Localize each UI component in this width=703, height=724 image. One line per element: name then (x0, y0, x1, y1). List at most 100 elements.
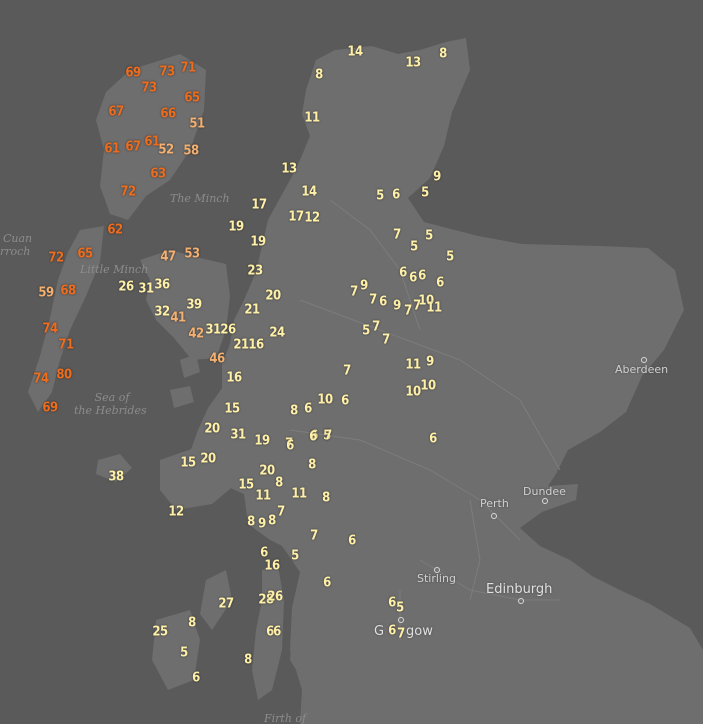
value-marker[interactable]: 41 (170, 311, 186, 326)
value-marker[interactable]: 69 (42, 401, 58, 416)
value-marker[interactable]: 36 (154, 278, 170, 293)
value-marker[interactable]: 7 (404, 304, 412, 319)
value-marker[interactable]: 6 (304, 402, 312, 417)
value-marker[interactable]: 5 (425, 229, 433, 244)
map-canvas[interactable]: The Minch Little Minch Sea of the Hebrid… (0, 0, 703, 724)
value-marker[interactable]: 9 (360, 279, 368, 294)
place-edinburgh[interactable]: Edinburgh (486, 582, 552, 597)
value-marker[interactable]: 16 (264, 559, 280, 574)
value-marker[interactable]: 65 (184, 91, 200, 106)
value-marker[interactable]: 8 (247, 515, 255, 530)
value-marker[interactable]: 8 (244, 653, 252, 668)
value-marker[interactable]: 8 (322, 491, 330, 506)
place-stirling[interactable]: Stirling (417, 572, 456, 585)
value-marker[interactable]: 61 (104, 142, 120, 157)
value-marker[interactable]: 72 (120, 185, 136, 200)
value-marker[interactable]: 74 (42, 322, 58, 337)
value-marker[interactable]: 16 (248, 338, 264, 353)
place-dundee[interactable]: Dundee (523, 485, 566, 498)
value-marker[interactable]: 39 (186, 298, 202, 313)
value-marker[interactable]: 11 (255, 489, 271, 504)
value-marker[interactable]: 8 (290, 404, 298, 419)
value-marker[interactable]: 6 (392, 188, 400, 203)
value-marker[interactable]: 24 (269, 326, 285, 341)
value-marker[interactable]: 7 (350, 285, 358, 300)
value-marker[interactable]: 9 (433, 170, 441, 185)
value-marker[interactable]: 6 (429, 432, 437, 447)
value-marker[interactable]: 26 (267, 590, 283, 605)
value-marker[interactable]: 63 (150, 167, 166, 182)
value-marker[interactable]: 42 (188, 327, 204, 342)
value-marker[interactable]: 8 (188, 616, 196, 631)
value-marker[interactable]: 69 (125, 66, 141, 81)
value-marker[interactable]: 8 (268, 514, 276, 529)
value-marker[interactable]: 72 (48, 251, 64, 266)
value-marker[interactable]: 20 (204, 422, 220, 437)
value-marker[interactable]: 6 (409, 271, 417, 286)
value-marker[interactable]: 13 (405, 56, 421, 71)
value-marker[interactable]: 10 (420, 379, 436, 394)
value-marker[interactable]: 13 (281, 162, 297, 177)
value-marker[interactable]: 21 (244, 303, 260, 318)
value-marker[interactable]: 61 (144, 135, 160, 150)
value-marker[interactable]: 59 (38, 286, 54, 301)
value-marker[interactable]: 6 (388, 624, 396, 639)
value-marker[interactable]: 6 (418, 269, 426, 284)
value-marker[interactable]: 12 (168, 505, 184, 520)
value-marker[interactable]: 5 (421, 186, 429, 201)
value-marker[interactable]: 52 (158, 143, 174, 158)
value-marker[interactable]: 12 (304, 211, 320, 226)
place-aberdeen[interactable]: Aberdeen (615, 363, 668, 376)
value-marker[interactable]: 65 (77, 247, 93, 262)
value-marker[interactable]: 7 (397, 627, 405, 642)
value-marker[interactable]: 26 (220, 323, 236, 338)
value-marker[interactable]: 6 (286, 439, 294, 454)
value-marker[interactable]: 47 (160, 250, 176, 265)
value-marker[interactable]: 6 (323, 576, 331, 591)
value-marker[interactable]: 6 (341, 394, 349, 409)
value-marker[interactable]: 16 (226, 371, 242, 386)
value-marker[interactable]: 71 (58, 338, 74, 353)
value-marker[interactable]: 23 (247, 264, 263, 279)
value-marker[interactable]: 27 (218, 597, 234, 612)
value-marker[interactable]: 10 (405, 385, 421, 400)
place-perth[interactable]: Perth (480, 497, 509, 510)
value-marker[interactable]: 6 (379, 295, 387, 310)
value-marker[interactable]: 6 (309, 430, 317, 445)
value-marker[interactable]: 11 (291, 487, 307, 502)
value-marker[interactable]: 11 (304, 111, 320, 126)
value-marker[interactable]: 19 (254, 434, 270, 449)
value-marker[interactable]: 5 (396, 601, 404, 616)
value-marker[interactable]: 5 (446, 250, 454, 265)
value-marker[interactable]: 5 (376, 189, 384, 204)
value-marker[interactable]: 9 (426, 355, 434, 370)
value-marker[interactable]: 20 (265, 289, 281, 304)
value-marker[interactable]: 53 (184, 247, 200, 262)
value-marker[interactable]: 14 (347, 45, 363, 60)
value-marker[interactable]: 21 (233, 338, 249, 353)
value-marker[interactable]: 19 (228, 220, 244, 235)
value-marker[interactable]: 31 (205, 323, 221, 338)
value-marker[interactable]: 6 (388, 596, 396, 611)
value-marker[interactable]: 67 (125, 140, 141, 155)
value-marker[interactable]: 8 (275, 476, 283, 491)
value-marker[interactable]: 17 (251, 198, 267, 213)
value-marker[interactable]: 20 (259, 464, 275, 479)
value-marker[interactable]: 7 (372, 320, 380, 335)
value-marker[interactable]: 7 (277, 505, 285, 520)
value-marker[interactable]: 9 (393, 299, 401, 314)
value-marker[interactable]: 5 (410, 240, 418, 255)
value-marker[interactable]: 25 (152, 625, 168, 640)
value-marker[interactable]: 73 (141, 81, 157, 96)
value-marker[interactable]: 74 (33, 372, 49, 387)
value-marker[interactable]: 6 (273, 625, 281, 640)
value-marker[interactable]: 11 (426, 301, 442, 316)
value-marker[interactable]: 80 (56, 368, 72, 383)
value-marker[interactable]: 6 (192, 671, 200, 686)
value-marker[interactable]: 71 (180, 61, 196, 76)
value-marker[interactable]: 8 (308, 458, 316, 473)
value-marker[interactable]: 66 (160, 107, 176, 122)
value-marker[interactable]: 15 (224, 402, 240, 417)
value-marker[interactable]: 6 (399, 266, 407, 281)
value-marker[interactable]: 7 (343, 364, 351, 379)
